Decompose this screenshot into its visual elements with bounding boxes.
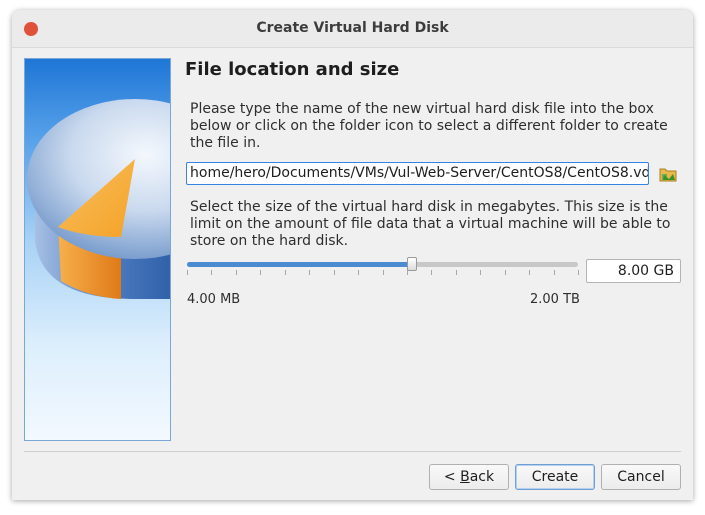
size-input[interactable]: 8.00 GB [586,259,681,283]
slider-tick [285,270,286,275]
choose-folder-button[interactable] [658,164,678,184]
slider-tick [236,270,237,275]
back-button[interactable]: < Back [429,464,509,490]
size-slider-fill [187,262,412,267]
slider-tick [554,270,555,275]
title-bar: Create Virtual Hard Disk [12,10,693,48]
slider-tick [334,270,335,275]
size-slider[interactable] [187,262,578,267]
slider-tick [431,270,432,275]
slider-tick [309,270,310,275]
dialog-window: Create Virtual Hard Disk File location a… [12,10,693,500]
disk-illustration [24,58,171,441]
slider-tick [480,270,481,275]
button-separator [24,451,681,452]
slider-tick [358,270,359,275]
folder-icon [659,168,677,182]
location-description: Please type the name of the new virtual … [190,101,668,151]
back-mnemonic: B [460,469,470,485]
slider-tick [505,270,506,275]
size-slider-ticks [187,270,579,276]
create-button[interactable]: Create [515,464,595,490]
page-heading: File location and size [185,59,400,80]
slider-tick [529,270,530,275]
window-title: Create Virtual Hard Disk [256,20,449,36]
size-description: Select the size of the virtual hard disk… [190,199,671,249]
slider-tick [578,270,579,275]
slider-tick [211,270,212,275]
slider-tick [187,270,188,275]
file-path-input[interactable]: home/hero/Documents/VMs/Vul-Web-Server/C… [186,162,649,185]
hard-disk-icon [27,99,170,299]
back-prefix: < [443,469,461,485]
slider-tick [456,270,457,275]
size-min-label: 4.00 MB [187,292,241,307]
size-slider-handle[interactable] [406,257,417,271]
back-rest: ack [469,469,495,485]
size-max-label: 2.00 TB [530,292,580,307]
slider-tick [260,270,261,275]
cancel-button[interactable]: Cancel [601,464,681,490]
slider-tick [383,270,384,275]
